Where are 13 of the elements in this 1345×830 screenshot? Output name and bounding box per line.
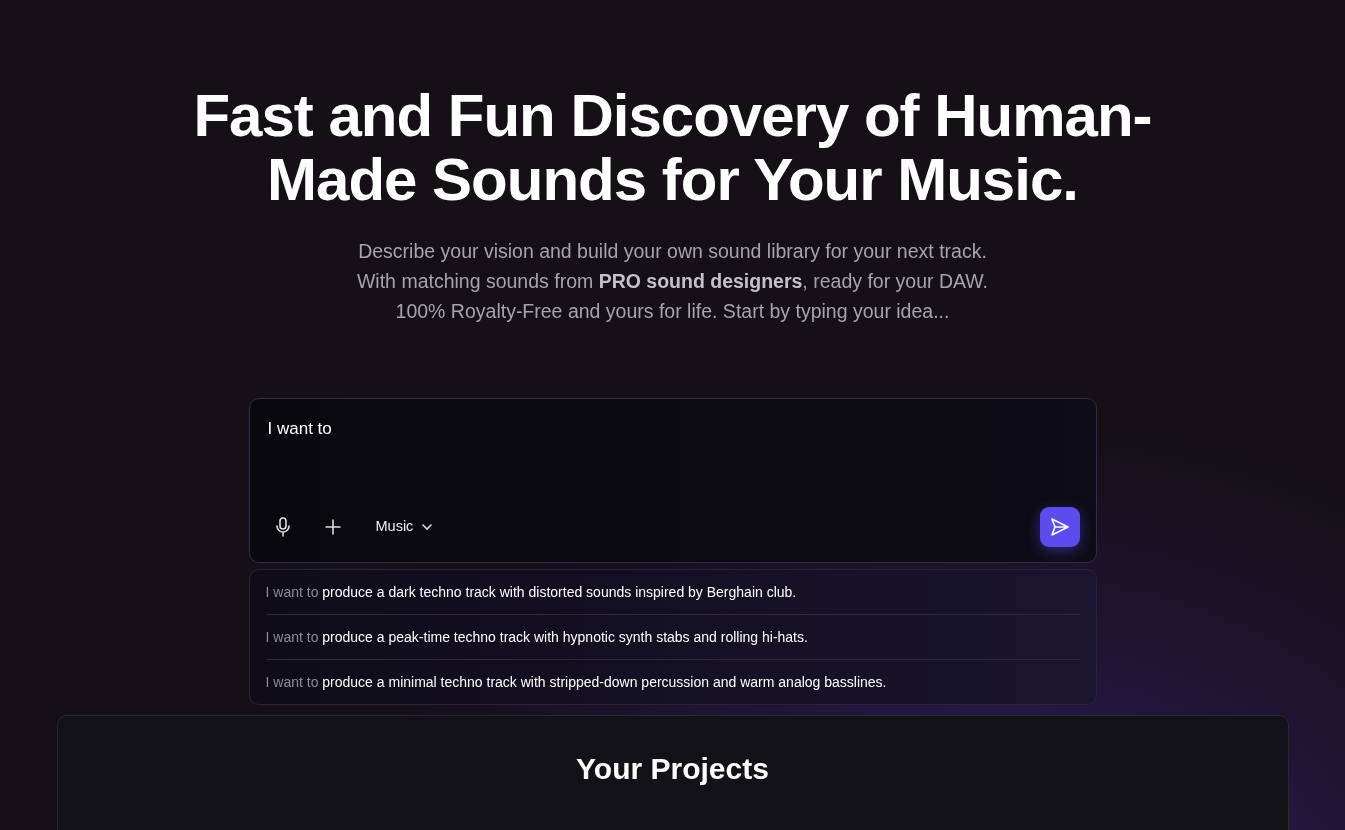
projects-title: Your Projects bbox=[575, 751, 770, 787]
prompt-input[interactable]: I want to bbox=[265, 415, 1080, 443]
subtitle-line: Describe your vision and build your own sound library for your next track. bbox=[357, 239, 988, 264]
send-icon bbox=[1049, 517, 1070, 537]
suggestion-item[interactable]: I want to produce a minimal techno track with stripped-down percussion and warm analog basslines. bbox=[265, 660, 1080, 704]
mode-dropdown[interactable]: Music bbox=[369, 515, 440, 539]
chevron-down-icon bbox=[421, 523, 434, 531]
suggestion-item[interactable]: I want to produce a peak-time techno track with hypnotic synth stabs and rolling hi-hats. bbox=[265, 615, 1080, 660]
subtitle-line: 100% Royalty-Free and yours for life. Start by typing your idea... bbox=[394, 299, 951, 324]
hero-title: Fast and Fun Discovery of Human-Made Sounds for Your Music. bbox=[192, 84, 1153, 212]
suggestion-item[interactable]: I want to produce a dark techno track with distorted sounds inspired by Berghain club. bbox=[265, 570, 1080, 615]
subtitle-line: With matching sounds from PRO sound designers, ready for your DAW. bbox=[355, 269, 990, 294]
send-button[interactable] bbox=[1039, 507, 1080, 547]
